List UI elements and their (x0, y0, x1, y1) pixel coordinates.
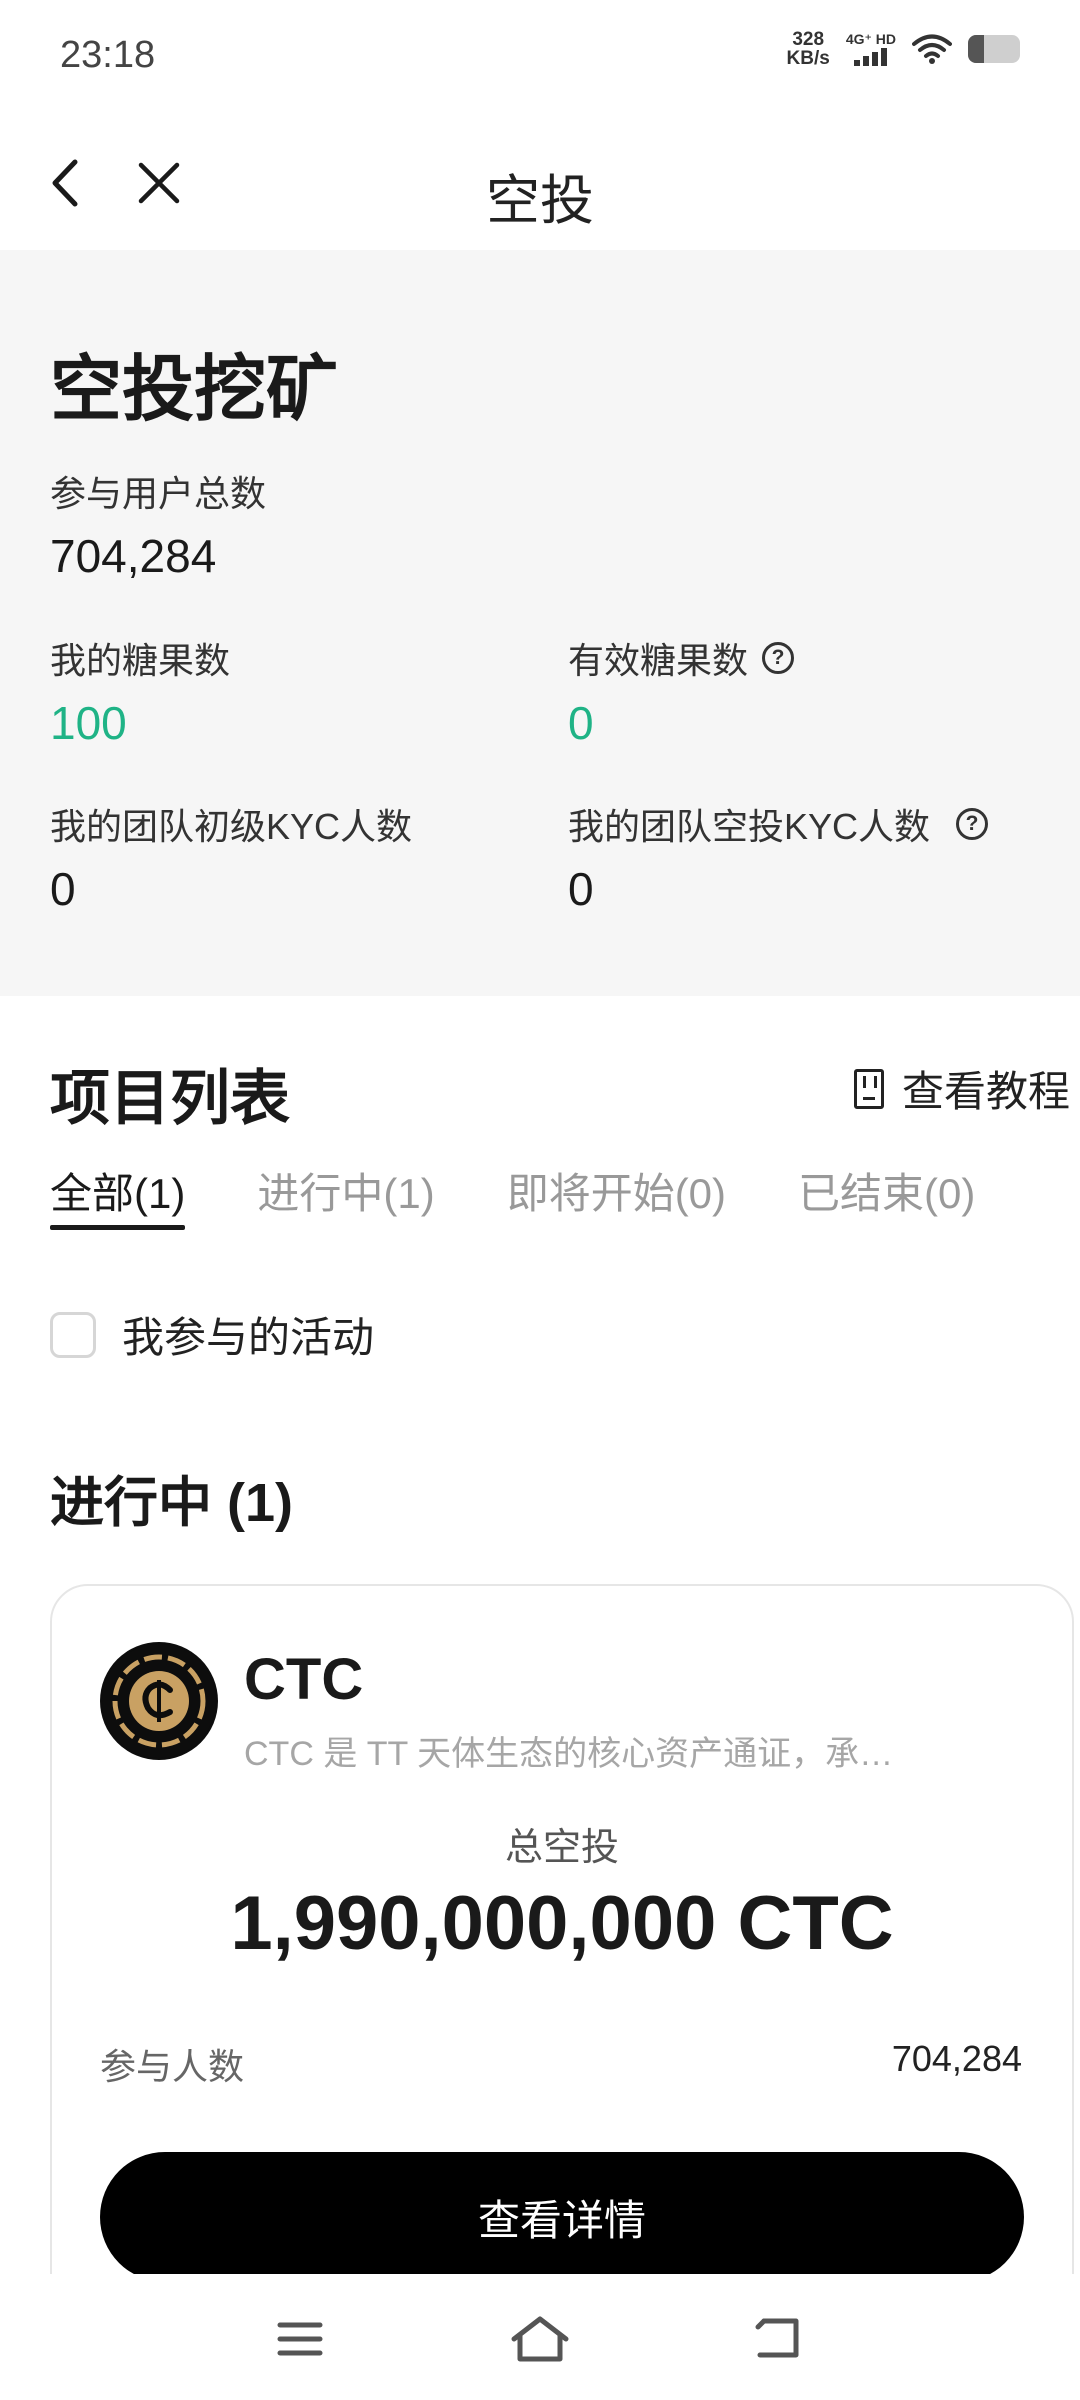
stat-valid-candy: 有效糖果数 ? 0 (568, 632, 795, 750)
tutorial-label: 查看教程 (901, 1068, 1070, 1115)
help-icon[interactable]: ? (762, 642, 795, 674)
stat-total-users: 参与用户总数 704,284 (50, 465, 266, 583)
system-nav-bar (0, 2274, 1080, 2400)
wifi-icon (912, 34, 952, 64)
participants-value: 704,284 (891, 2038, 1022, 2079)
nav-bar: 空投 (0, 118, 1080, 250)
valid-candy-label-row: 有效糖果数 ? (568, 632, 795, 684)
back-nav-button[interactable] (745, 2304, 815, 2374)
home-button[interactable] (505, 2304, 575, 2374)
ongoing-section-title: 进行中 (1) (50, 1473, 293, 1533)
home-icon (511, 2316, 569, 2362)
my-candy-value: 100 (50, 697, 127, 749)
project-list-header: 项目列表 查看教程 (50, 1050, 1080, 1132)
my-activities-checkbox[interactable] (50, 1311, 96, 1358)
ctc-logo-icon (100, 1642, 218, 1760)
summary-title: 空投挖矿 (50, 350, 339, 430)
total-users-label: 参与用户总数 (50, 473, 267, 514)
total-users-value: 704,284 (50, 530, 217, 582)
status-indicators: 328 KB/s 4G⁺ HD (787, 30, 1020, 68)
stat-team-airdrop-kyc: 我的团队空投KYC人数 ? 0 (568, 798, 989, 916)
view-details-button[interactable]: 查看详情 (100, 2152, 1024, 2282)
project-card[interactable]: CTC CTC 是 TT 天体生态的核心资产通证，承… 总空投 1,990,00… (50, 1584, 1074, 2344)
valid-candy-label: 有效糖果数 (568, 640, 749, 681)
coin-description: CTC 是 TT 天体生态的核心资产通证，承… (244, 1735, 894, 1773)
battery-fill (968, 35, 984, 63)
battery-icon (968, 35, 1020, 63)
airdrop-page: 23:18 328 KB/s 4G⁺ HD 空投 空投挖矿 参与用户总数 704… (0, 0, 1080, 2400)
my-activities-label: 我参与的活动 (122, 1314, 375, 1361)
tab-upcoming[interactable]: 即将开始(0) (507, 1160, 726, 1230)
stat-team-kyc: 我的团队初级KYC人数 0 (50, 798, 412, 916)
team-airdrop-kyc-label-row: 我的团队空投KYC人数 ? (568, 798, 989, 850)
net-speed-value: 328 (792, 29, 825, 50)
signal-bars (854, 48, 888, 66)
total-airdrop-label: 总空投 (504, 1827, 619, 1869)
coin-name: CTC (244, 1647, 364, 1712)
project-list-title: 项目列表 (50, 1065, 290, 1132)
page-title: 空投 (486, 171, 594, 231)
menu-button[interactable] (265, 2304, 335, 2374)
tab-all[interactable]: 全部(1) (50, 1160, 186, 1230)
tab-ended[interactable]: 已结束(0) (798, 1160, 975, 1230)
team-kyc-value: 0 (50, 863, 76, 915)
airdrop-summary: 空投挖矿 参与用户总数 704,284 我的糖果数 100 有效糖果数 ? 0 … (0, 250, 1080, 996)
net-speed: 328 KB/s (787, 30, 830, 68)
view-tutorial-link[interactable]: 查看教程 (853, 1058, 1070, 1119)
help-icon[interactable]: ? (956, 808, 989, 840)
valid-candy-value: 0 (568, 697, 594, 749)
net-speed-unit: KB/s (786, 48, 830, 69)
my-activities-filter[interactable]: 我参与的活动 (50, 1304, 374, 1365)
signal-icon: 4G⁺ HD (846, 32, 896, 66)
stat-my-candy: 我的糖果数 100 (50, 632, 230, 750)
status-bar: 23:18 328 KB/s 4G⁺ HD (0, 0, 1080, 118)
team-kyc-label: 我的团队初级KYC人数 (50, 806, 413, 847)
back-icon (755, 2318, 799, 2358)
my-candy-label: 我的糖果数 (50, 640, 231, 681)
signal-label: 4G⁺ HD (845, 31, 896, 47)
menu-icon (277, 2322, 323, 2356)
participants-label: 参与人数 (100, 2046, 245, 2087)
total-airdrop-value: 1,990,000,000 CTC (230, 1881, 894, 1966)
team-airdrop-kyc-label: 我的团队空投KYC人数 (568, 806, 931, 847)
status-time: 23:18 (60, 34, 156, 76)
team-airdrop-kyc-value: 0 (568, 863, 594, 915)
bookmark-icon (853, 1068, 884, 1109)
tab-ongoing[interactable]: 进行中(1) (257, 1160, 434, 1230)
project-tabs: 全部(1) 进行中(1) 即将开始(0) 已结束(0) (50, 1160, 1080, 1230)
